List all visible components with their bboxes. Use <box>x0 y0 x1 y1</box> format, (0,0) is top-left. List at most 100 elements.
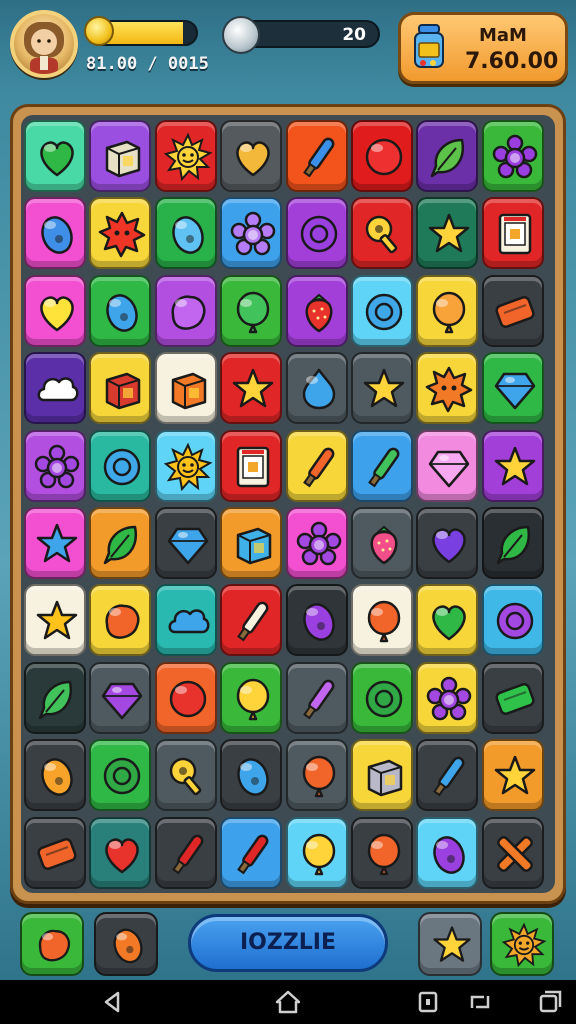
wallet-panel[interactable]: MaM 7.60.00 <box>398 12 568 84</box>
board-tile[interactable] <box>481 661 544 734</box>
board-tile[interactable] <box>481 816 544 889</box>
board-tile[interactable] <box>220 352 283 425</box>
back-icon[interactable] <box>98 988 126 1016</box>
board-tile[interactable] <box>481 429 544 502</box>
board-tile[interactable] <box>285 429 348 502</box>
board-tile[interactable] <box>154 352 217 425</box>
board-tile[interactable] <box>154 507 217 579</box>
play-button[interactable]: IOZZLIE <box>188 914 388 972</box>
board-tile[interactable] <box>24 816 86 889</box>
recents-icon[interactable] <box>536 988 564 1016</box>
player-avatar[interactable] <box>10 10 78 78</box>
board-tile[interactable] <box>220 816 283 889</box>
candy-box-icon <box>171 372 207 410</box>
board-tile[interactable] <box>416 661 479 734</box>
board-tile[interactable] <box>285 352 348 425</box>
board-tile[interactable] <box>24 584 86 657</box>
candy-gem-icon <box>167 527 209 565</box>
board-tile[interactable] <box>351 816 413 889</box>
board-tile[interactable] <box>351 507 413 579</box>
board-tile[interactable] <box>24 661 86 734</box>
board-tile[interactable] <box>481 120 544 192</box>
board-tile[interactable] <box>24 197 86 270</box>
board-tile[interactable] <box>351 584 413 657</box>
board-tile[interactable] <box>416 274 479 347</box>
screenshot-icon[interactable] <box>414 988 442 1016</box>
board-tile[interactable] <box>351 352 413 425</box>
board-tile[interactable] <box>220 507 283 579</box>
board-tile[interactable] <box>481 352 544 425</box>
candy-cloud-icon <box>37 377 79 402</box>
board-tile[interactable] <box>220 429 283 502</box>
slider-knob-icon[interactable] <box>222 16 260 54</box>
board-tile[interactable] <box>89 274 152 347</box>
board-tile[interactable] <box>154 584 217 657</box>
board-tile[interactable] <box>89 661 152 734</box>
board-tile[interactable] <box>24 352 86 425</box>
board-tile[interactable] <box>416 197 479 270</box>
board-tile[interactable] <box>220 274 283 347</box>
board-tile[interactable] <box>154 816 217 889</box>
home-icon[interactable] <box>274 988 302 1016</box>
board-tile[interactable] <box>416 507 479 579</box>
board-tile[interactable] <box>416 120 479 192</box>
board-tile[interactable] <box>220 739 283 812</box>
board-tile[interactable] <box>481 274 544 347</box>
board-tile[interactable] <box>220 197 283 270</box>
board-tile[interactable] <box>351 429 413 502</box>
board-tile[interactable] <box>416 352 479 425</box>
board-tile[interactable] <box>351 274 413 347</box>
board-tile[interactable] <box>89 584 152 657</box>
board-tile[interactable] <box>351 120 413 192</box>
board-tile[interactable] <box>351 197 413 270</box>
board-tile[interactable] <box>154 429 217 502</box>
board-tile[interactable] <box>416 584 479 657</box>
board-tile[interactable] <box>285 197 348 270</box>
board-tile[interactable] <box>89 352 152 425</box>
board-tile[interactable] <box>89 816 152 889</box>
rotate-icon[interactable] <box>466 988 494 1016</box>
board-tile[interactable] <box>481 507 544 579</box>
board-tile[interactable] <box>220 584 283 657</box>
candy-ring-icon <box>365 680 403 718</box>
board-tile[interactable] <box>24 507 86 579</box>
board-tile[interactable] <box>285 507 348 579</box>
booster-sun-icon <box>501 922 547 968</box>
board-tile[interactable] <box>416 429 479 502</box>
board-tile[interactable] <box>89 120 152 192</box>
board-tile[interactable] <box>481 197 544 270</box>
board-tile[interactable] <box>24 274 86 347</box>
board-tile[interactable] <box>481 584 544 657</box>
board-tile[interactable] <box>24 120 86 192</box>
board-tile[interactable] <box>220 661 283 734</box>
board-tile[interactable] <box>154 661 217 734</box>
board-tile[interactable] <box>285 274 348 347</box>
booster-button-3[interactable] <box>418 912 482 976</box>
board-tile[interactable] <box>154 274 217 347</box>
board-tile[interactable] <box>89 507 152 579</box>
board-tile[interactable] <box>154 197 217 270</box>
board-tile[interactable] <box>481 739 544 812</box>
board-tile[interactable] <box>285 816 348 889</box>
board-tile[interactable] <box>285 584 348 657</box>
board-tile[interactable] <box>416 739 479 812</box>
board-tile[interactable] <box>24 429 86 502</box>
board-tile[interactable] <box>416 816 479 889</box>
level-slider[interactable]: 20 <box>222 16 380 54</box>
booster-button-4[interactable] <box>490 912 554 976</box>
booster-button-2[interactable] <box>94 912 158 976</box>
board-tile[interactable] <box>89 197 152 270</box>
booster-button-1[interactable] <box>20 912 84 976</box>
board-tile[interactable] <box>351 739 413 812</box>
board-tile[interactable] <box>89 739 152 812</box>
board-tile[interactable] <box>285 739 348 812</box>
board-tile[interactable] <box>220 120 283 192</box>
candy-leaf-icon <box>496 525 530 565</box>
board-tile[interactable] <box>24 739 86 812</box>
board-tile[interactable] <box>285 661 348 734</box>
board-tile[interactable] <box>154 739 217 812</box>
board-tile[interactable] <box>154 120 217 192</box>
board-tile[interactable] <box>285 120 348 192</box>
board-tile[interactable] <box>351 661 413 734</box>
board-tile[interactable] <box>89 429 152 502</box>
